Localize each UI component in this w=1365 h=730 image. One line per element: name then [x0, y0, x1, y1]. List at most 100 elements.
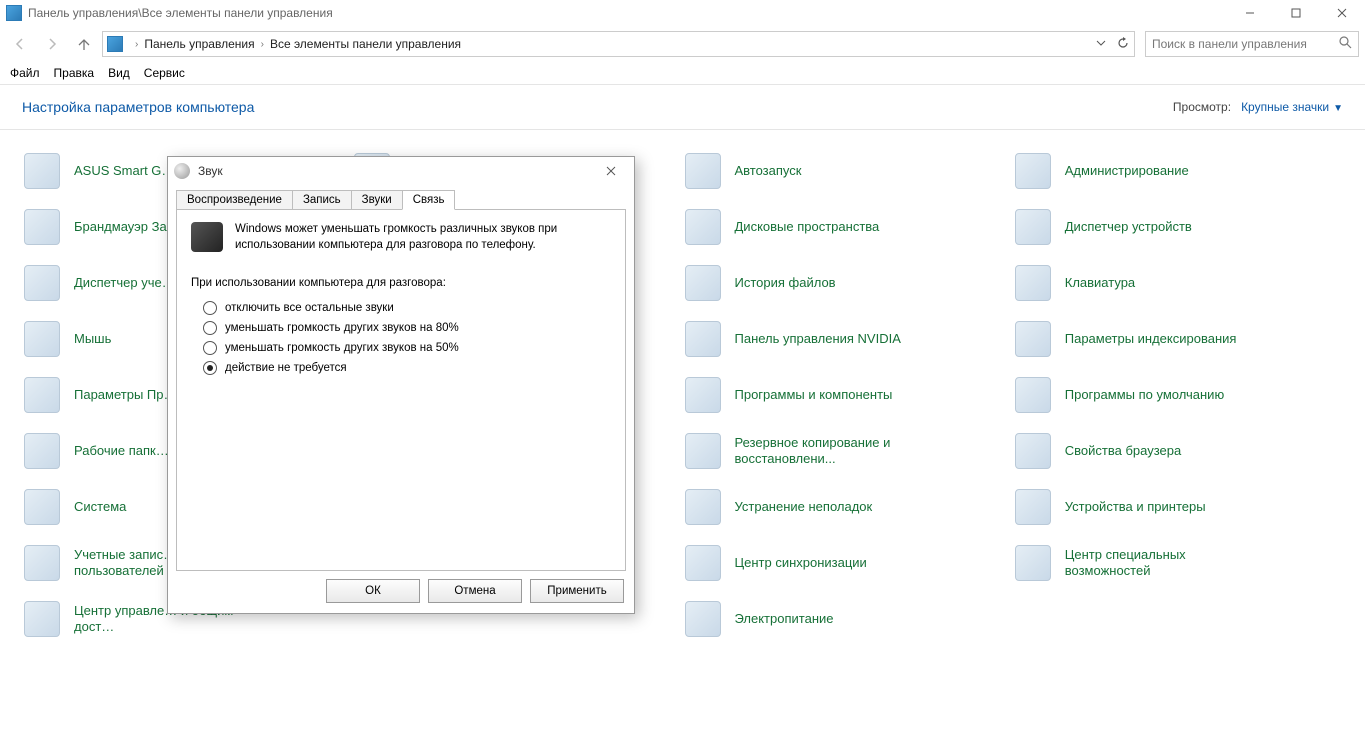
control-panel-item[interactable]: Панель управления NVIDIA	[683, 318, 1013, 360]
dialog-button-row: ОК Отмена Применить	[168, 579, 634, 613]
chevron-right-icon[interactable]: ›	[261, 39, 264, 50]
applet-label: Автозапуск	[735, 163, 802, 179]
applet-icon	[685, 153, 721, 189]
apply-button[interactable]: Применить	[530, 579, 624, 603]
menubar: Файл Правка Вид Сервис	[0, 62, 1365, 85]
minimize-button[interactable]	[1227, 0, 1273, 26]
ok-button[interactable]: ОК	[326, 579, 420, 603]
control-panel-item[interactable]: Устранение неполадок	[683, 486, 1013, 528]
applet-label: Мышь	[74, 331, 111, 347]
applet-label: Параметры индексирования	[1065, 331, 1237, 347]
cancel-button[interactable]: Отмена	[428, 579, 522, 603]
dialog-title: Звук	[198, 164, 594, 178]
radio-reduce-80[interactable]: уменьшать громкость других звуков на 80%	[203, 321, 611, 335]
refresh-button[interactable]	[1114, 34, 1132, 52]
applet-icon	[1015, 153, 1051, 189]
applet-label: Администрирование	[1065, 163, 1189, 179]
applet-icon	[1015, 377, 1051, 413]
applet-icon	[685, 377, 721, 413]
control-panel-item[interactable]: Программы по умолчанию	[1013, 374, 1343, 416]
sound-icon	[174, 163, 190, 179]
menu-service[interactable]: Сервис	[144, 66, 185, 80]
applet-label: Резервное копирование и восстановлени...	[735, 435, 915, 468]
dialog-body: Windows может уменьшать громкость различ…	[176, 209, 626, 571]
applet-label: Электропитание	[735, 611, 834, 627]
radio-no-action[interactable]: действие не требуется	[203, 361, 611, 375]
radio-reduce-50[interactable]: уменьшать громкость других звуков на 50%	[203, 341, 611, 355]
view-selector[interactable]: Крупные значки▼	[1241, 100, 1343, 114]
maximize-button[interactable]	[1273, 0, 1319, 26]
applet-icon	[685, 489, 721, 525]
applet-label: Центр синхронизации	[735, 555, 867, 571]
control-panel-item[interactable]: Клавиатура	[1013, 262, 1343, 304]
menu-view[interactable]: Вид	[108, 66, 130, 80]
search-input[interactable]: Поиск в панели управления	[1145, 31, 1359, 57]
applet-icon	[1015, 489, 1051, 525]
applet-icon	[685, 433, 721, 469]
control-panel-item[interactable]: Автозапуск	[683, 150, 1013, 192]
applet-icon	[24, 153, 60, 189]
applet-icon	[685, 601, 721, 637]
radio-icon	[203, 301, 217, 315]
applet-label: Программы по умолчанию	[1065, 387, 1224, 403]
history-dropdown[interactable]	[1092, 34, 1110, 52]
up-button[interactable]	[70, 30, 98, 58]
chevron-right-icon[interactable]: ›	[135, 39, 138, 50]
tab-playback[interactable]: Воспроизведение	[176, 190, 293, 210]
radio-mute-all[interactable]: отключить все остальные звуки	[203, 301, 611, 315]
applet-label: Параметры Пр…	[74, 387, 176, 403]
back-button[interactable]	[6, 30, 34, 58]
breadcrumb-icon	[107, 36, 123, 52]
control-panel-item[interactable]: Параметры индексирования	[1013, 318, 1343, 360]
control-panel-item[interactable]: Резервное копирование и восстановлени...	[683, 430, 1013, 472]
applet-label: Программы и компоненты	[735, 387, 893, 403]
section-label: При использовании компьютера для разгово…	[191, 277, 611, 289]
forward-button[interactable]	[38, 30, 66, 58]
search-icon[interactable]	[1339, 36, 1352, 52]
applet-icon	[1015, 209, 1051, 245]
chevron-down-icon: ▼	[1333, 103, 1343, 114]
applet-icon	[685, 321, 721, 357]
applet-icon	[685, 209, 721, 245]
control-panel-item[interactable]: Диспетчер устройств	[1013, 206, 1343, 248]
app-icon	[6, 5, 22, 21]
applet-label: Клавиатура	[1065, 275, 1135, 291]
breadcrumb-bar[interactable]: › Панель управления › Все элементы панел…	[102, 31, 1135, 57]
page-title: Настройка параметров компьютера	[22, 99, 254, 115]
applet-icon	[1015, 265, 1051, 301]
applet-icon	[24, 601, 60, 637]
control-panel-item[interactable]: Свойства браузера	[1013, 430, 1343, 472]
radio-label: уменьшать громкость других звуков на 50%	[225, 342, 459, 354]
applet-label: Устранение неполадок	[735, 499, 873, 515]
applet-label: Центр специальных возможностей	[1065, 547, 1245, 580]
tab-record[interactable]: Запись	[292, 190, 352, 210]
control-panel-item[interactable]: Дисковые пространства	[683, 206, 1013, 248]
menu-edit[interactable]: Правка	[54, 66, 95, 80]
tab-communications[interactable]: Связь	[402, 190, 456, 210]
page-header: Настройка параметров компьютера Просмотр…	[0, 85, 1365, 130]
applet-label: Диспетчер устройств	[1065, 219, 1192, 235]
control-panel-item[interactable]: Электропитание	[683, 598, 1013, 640]
radio-icon-selected	[203, 361, 217, 375]
applet-icon	[1015, 321, 1051, 357]
breadcrumb-part[interactable]: Все элементы панели управления	[270, 37, 461, 51]
applet-icon	[685, 265, 721, 301]
applet-label: Панель управления NVIDIA	[735, 331, 901, 347]
dialog-titlebar[interactable]: Звук	[168, 157, 634, 185]
applet-icon	[24, 265, 60, 301]
window-titlebar: Панель управления\Все элементы панели уп…	[0, 0, 1365, 26]
breadcrumb-part[interactable]: Панель управления	[144, 37, 254, 51]
applet-label: ASUS Smart G…	[74, 163, 174, 179]
control-panel-item[interactable]: Устройства и принтеры	[1013, 486, 1343, 528]
control-panel-item[interactable]: Администрирование	[1013, 150, 1343, 192]
control-panel-item[interactable]: Центр синхронизации	[683, 542, 1013, 584]
dialog-close-button[interactable]	[594, 164, 628, 179]
control-panel-item[interactable]: Программы и компоненты	[683, 374, 1013, 416]
radio-label: действие не требуется	[225, 362, 347, 374]
close-button[interactable]	[1319, 0, 1365, 26]
menu-file[interactable]: Файл	[10, 66, 40, 80]
control-panel-item[interactable]: История файлов	[683, 262, 1013, 304]
control-panel-item[interactable]: Центр специальных возможностей	[1013, 542, 1343, 584]
applet-label: Дисковые пространства	[735, 219, 880, 235]
tab-sounds[interactable]: Звуки	[351, 190, 403, 210]
